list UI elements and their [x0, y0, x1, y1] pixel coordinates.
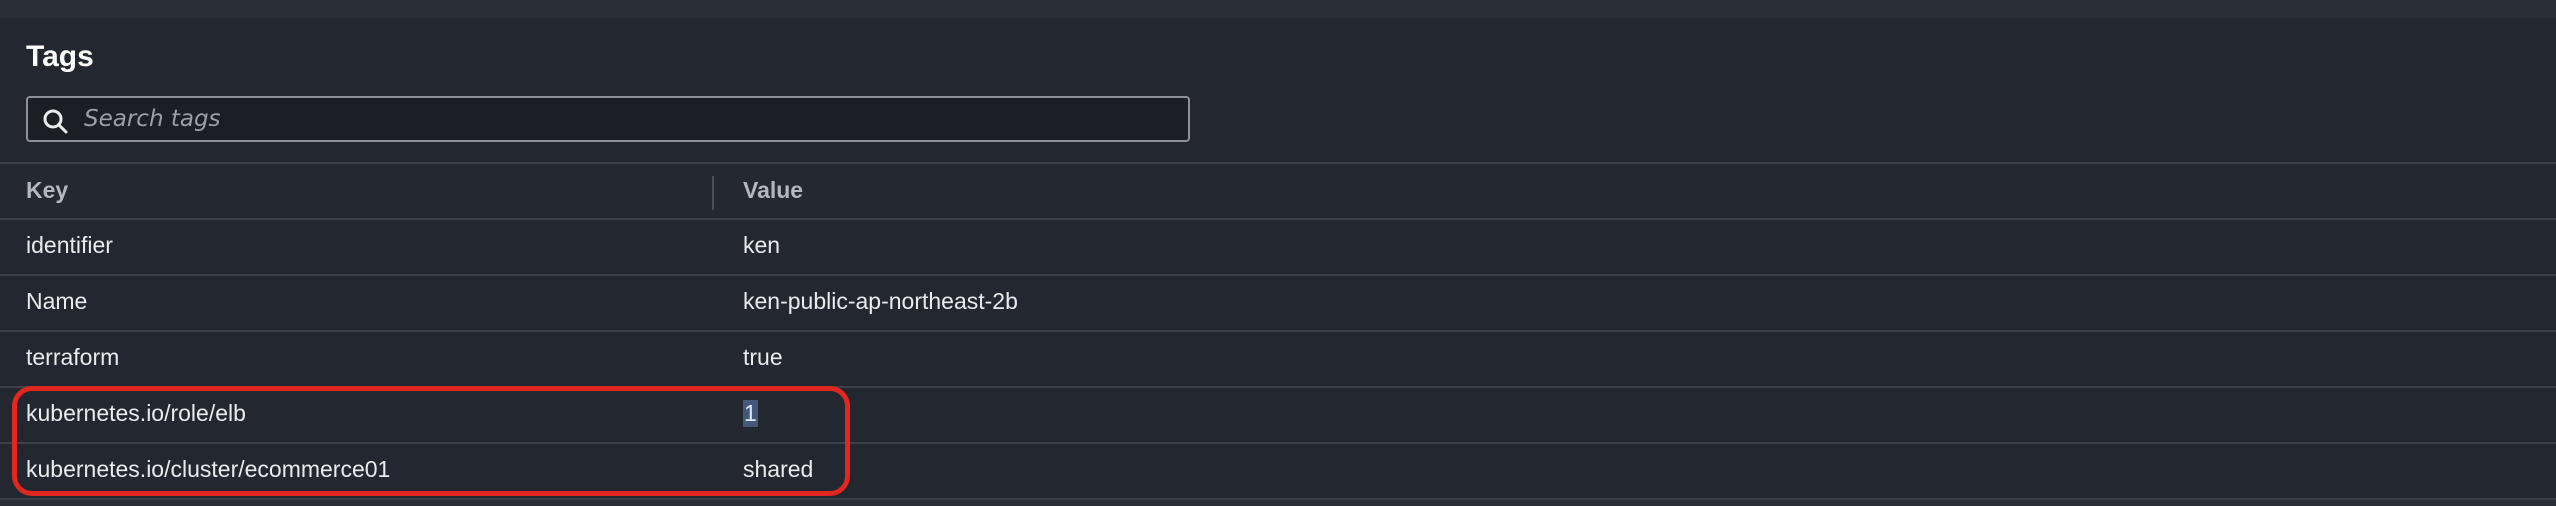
- tag-value: ken-public-ap-northeast-2b: [743, 288, 1018, 314]
- top-strip: [0, 0, 2556, 18]
- table-row: identifier ken: [0, 220, 2556, 274]
- panel-title: Tags: [26, 40, 94, 73]
- column-header-value[interactable]: Value: [743, 177, 803, 204]
- search-icon: [43, 109, 68, 134]
- tag-value-selected: 1: [743, 400, 758, 427]
- tag-value: true: [743, 344, 783, 370]
- table-row: kubernetes.io/cluster/ecommerce01 shared: [0, 444, 2556, 498]
- column-header-key[interactable]: Key: [26, 177, 68, 204]
- tag-value: shared: [743, 456, 814, 482]
- table-row: kubernetes.io/role/elb 1: [0, 388, 2556, 442]
- search-box[interactable]: [26, 96, 1190, 142]
- tag-key: terraform: [26, 344, 120, 370]
- search-input[interactable]: [84, 98, 1164, 140]
- tags-panel: Tags Key Value identifier ken Name ken-p…: [0, 18, 2556, 500]
- table-row: Name ken-public-ap-northeast-2b: [0, 276, 2556, 330]
- tag-key: kubernetes.io/cluster/ecommerce01: [26, 456, 391, 482]
- tag-key: identifier: [26, 232, 113, 258]
- tag-key: Name: [26, 288, 88, 314]
- tag-value: ken: [743, 232, 781, 258]
- tag-key: kubernetes.io/role/elb: [26, 400, 246, 426]
- column-resize-handle[interactable]: [712, 176, 714, 210]
- table-row: terraform true: [0, 332, 2556, 386]
- table-header: Key Value: [0, 164, 2556, 220]
